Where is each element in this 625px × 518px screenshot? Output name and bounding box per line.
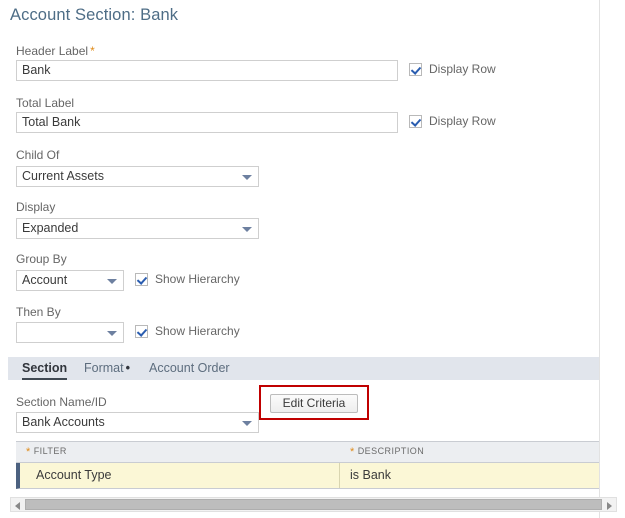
tab-section[interactable]: Section — [20, 357, 69, 380]
chevron-down-icon — [107, 279, 117, 284]
header-label-text: Header Label — [16, 44, 89, 58]
header-display-row-label: Display Row — [429, 62, 496, 76]
then-by-label: Then By — [16, 305, 61, 319]
group-by-select[interactable]: Account — [16, 270, 124, 291]
then-by-show-hierarchy-group[interactable]: Show Hierarchy — [135, 324, 240, 338]
display-label: Display — [16, 200, 56, 214]
total-display-row-label: Display Row — [429, 114, 496, 128]
group-by-label: Group By — [16, 252, 67, 266]
then-by-select[interactable] — [16, 322, 124, 343]
scroll-left-arrow-icon[interactable] — [11, 498, 24, 511]
header-label-required-marker: * — [90, 44, 95, 58]
group-by-value: Account — [22, 273, 68, 287]
account-section-form-page: Account Section: Bank Header Label * Bank… — [0, 0, 625, 518]
total-label-input[interactable]: Total Bank — [16, 112, 398, 133]
tab-format[interactable]: Format • — [82, 357, 132, 380]
child-of-select[interactable]: Current Assets — [16, 166, 259, 187]
header-display-row-checkbox[interactable] — [409, 62, 422, 76]
then-by-show-hierarchy-checkbox[interactable] — [135, 324, 148, 338]
display-select[interactable]: Expanded — [16, 218, 259, 239]
scroll-right-arrow-icon[interactable] — [603, 498, 616, 511]
group-by-show-hierarchy-label: Show Hierarchy — [155, 272, 240, 286]
child-of-value: Current Assets — [22, 169, 104, 183]
child-of-label: Child Of — [16, 148, 60, 162]
chevron-down-icon — [242, 227, 252, 232]
filter-required-marker: * — [26, 446, 31, 458]
section-name-id-select[interactable]: Bank Accounts — [16, 412, 259, 433]
then-by-show-hierarchy-label: Show Hierarchy — [155, 324, 240, 338]
display-value: Expanded — [22, 221, 79, 235]
scrollbar-thumb[interactable] — [25, 499, 602, 510]
total-display-row-checkbox[interactable] — [409, 114, 422, 128]
total-display-row-checkbox-group[interactable]: Display Row — [409, 114, 496, 128]
chevron-down-icon — [107, 331, 117, 336]
table-row[interactable]: Account Type is Bank — [16, 463, 599, 489]
group-by-show-hierarchy-checkbox[interactable] — [135, 272, 148, 286]
chevron-down-icon — [242, 421, 252, 426]
grid-header-row: * FILTER * DESCRIPTION — [16, 442, 599, 463]
tab-format-label: Format — [84, 361, 124, 375]
section-name-id-label: Section Name/ID — [16, 395, 107, 409]
filter-header-label: FILTER — [33, 446, 67, 456]
edit-criteria-button[interactable]: Edit Criteria — [270, 394, 358, 413]
header-label-label: Header Label * — [16, 44, 95, 58]
grid-header-description: * DESCRIPTION — [340, 442, 599, 462]
description-header-label: DESCRIPTION — [357, 446, 425, 456]
tab-account-order[interactable]: Account Order — [147, 357, 232, 380]
tab-strip: Section Format • Account Order — [8, 357, 599, 380]
group-by-show-hierarchy-group[interactable]: Show Hierarchy — [135, 272, 240, 286]
row-filter-cell[interactable]: Account Type — [20, 463, 340, 488]
section-name-id-value: Bank Accounts — [22, 415, 105, 429]
tab-account-order-label: Account Order — [149, 361, 230, 375]
row-description-cell[interactable]: is Bank — [340, 463, 599, 488]
tab-section-label: Section — [22, 361, 68, 375]
description-required-marker: * — [350, 446, 355, 458]
total-label-label: Total Label — [16, 96, 75, 110]
header-label-input[interactable]: Bank — [16, 60, 398, 81]
horizontal-scrollbar[interactable] — [10, 497, 617, 512]
header-display-row-checkbox-group[interactable]: Display Row — [409, 62, 496, 76]
page-title: Account Section: Bank — [10, 6, 179, 24]
right-rail — [599, 0, 625, 518]
filter-criteria-grid: * FILTER * DESCRIPTION Account Type is Ban… — [16, 441, 599, 489]
tab-format-marker: • — [125, 361, 130, 375]
chevron-down-icon — [242, 175, 252, 180]
grid-header-filter: * FILTER — [16, 442, 340, 462]
